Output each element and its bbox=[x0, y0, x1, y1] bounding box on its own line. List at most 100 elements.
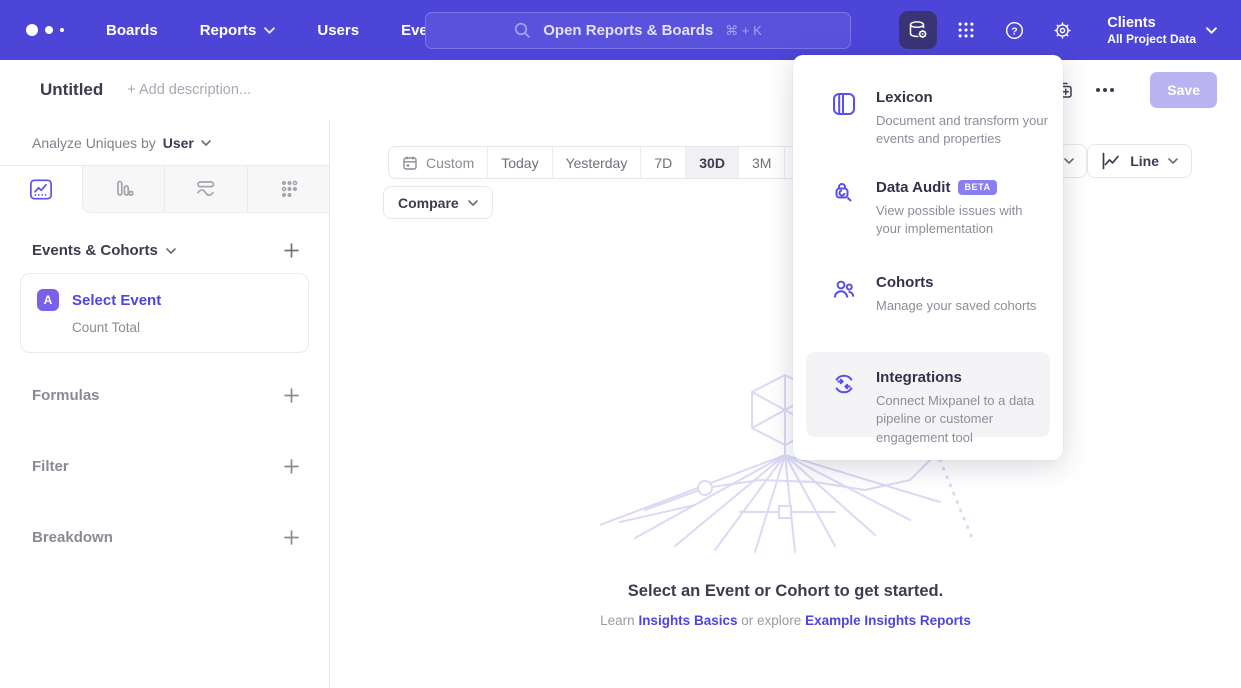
nav-right-icons: ? Clients All Project Data bbox=[899, 11, 1217, 49]
chevron-down-icon bbox=[166, 248, 176, 254]
data-management-button[interactable] bbox=[899, 11, 937, 49]
top-navigation-bar: Boards Reports Users Events Open Reports… bbox=[0, 0, 1241, 60]
date-range-7d[interactable]: 7D bbox=[640, 147, 685, 178]
chart-type-label: Line bbox=[1130, 153, 1159, 169]
date-range-today[interactable]: Today bbox=[487, 147, 551, 178]
data-audit-icon bbox=[831, 181, 857, 207]
add-event-button[interactable] bbox=[284, 243, 299, 258]
plus-icon bbox=[284, 243, 299, 258]
project-title: Clients bbox=[1107, 14, 1196, 32]
event-selector-card[interactable]: A Select Event Count Total bbox=[20, 273, 309, 353]
add-formula-button[interactable] bbox=[284, 388, 299, 403]
empty-state-subtitle: Learn Insights Basics or explore Example… bbox=[330, 613, 1241, 628]
chevron-down-icon bbox=[1168, 158, 1178, 164]
search-icon bbox=[514, 22, 531, 39]
date-range-label: 7D bbox=[654, 155, 672, 171]
tab-flow-chart[interactable] bbox=[164, 166, 247, 213]
analyze-value-dropdown[interactable]: User bbox=[163, 135, 194, 151]
bar-chart-icon bbox=[112, 178, 135, 200]
add-breakdown-button[interactable] bbox=[284, 530, 299, 545]
nav-item-label: Users bbox=[317, 22, 359, 39]
date-range-30d[interactable]: 30D bbox=[685, 147, 738, 178]
add-description-field[interactable]: + Add description... bbox=[127, 82, 251, 98]
subtitle-prefix: Learn bbox=[600, 613, 635, 628]
menu-item-integrations[interactable]: Integrations Connect Mixpanel to a data … bbox=[806, 352, 1050, 437]
breakdown-section: Breakdown bbox=[0, 529, 329, 546]
date-range-label: Today bbox=[501, 155, 538, 171]
menu-item-title: Integrations bbox=[876, 369, 1040, 386]
nav-links: Boards Reports Users Events bbox=[106, 22, 450, 39]
apps-grid-button[interactable] bbox=[947, 11, 985, 49]
date-range-3m[interactable]: 3M bbox=[738, 147, 784, 178]
tab-line-chart[interactable] bbox=[0, 166, 82, 213]
metric-dots-icon bbox=[277, 178, 300, 200]
plus-icon bbox=[284, 388, 299, 403]
events-cohorts-section-header: Events & Cohorts bbox=[0, 242, 329, 259]
tab-metrics[interactable] bbox=[247, 166, 330, 213]
menu-item-title: Lexicon bbox=[876, 89, 1049, 106]
search-shortcut: ⌘ + K bbox=[725, 23, 762, 39]
compare-label: Compare bbox=[398, 195, 459, 211]
nav-item-users[interactable]: Users bbox=[317, 22, 359, 39]
empty-state-title: Select an Event or Cohort to get started… bbox=[330, 582, 1241, 601]
tab-bar-chart[interactable] bbox=[82, 166, 165, 213]
flow-icon bbox=[194, 178, 218, 200]
menu-item-lexicon[interactable]: Lexicon Document and transform your even… bbox=[793, 89, 1063, 149]
report-canvas: Custom Today Yesterday 7D 30D 3M 6M Comp… bbox=[330, 120, 1241, 688]
breakdown-label: Breakdown bbox=[32, 529, 113, 546]
search-placeholder: Open Reports & Boards bbox=[543, 22, 713, 39]
plus-icon bbox=[284, 459, 299, 474]
menu-item-description: Document and transform your events and p… bbox=[876, 112, 1049, 149]
date-range-label: Yesterday bbox=[566, 155, 628, 171]
date-range-yesterday[interactable]: Yesterday bbox=[552, 147, 641, 178]
header-actions: Save bbox=[1054, 72, 1217, 108]
chevron-down-icon bbox=[264, 27, 275, 34]
plus-icon bbox=[284, 530, 299, 545]
insights-basics-link[interactable]: Insights Basics bbox=[638, 613, 737, 628]
analyze-label: Analyze Uniques by bbox=[32, 135, 156, 151]
nav-item-reports[interactable]: Reports bbox=[200, 22, 276, 39]
global-search-button[interactable]: Open Reports & Boards ⌘ + K bbox=[425, 12, 851, 49]
menu-item-title: Data Audit BETA bbox=[876, 179, 1049, 196]
date-range-custom[interactable]: Custom bbox=[389, 147, 487, 178]
menu-item-title: Cohorts bbox=[876, 274, 1036, 291]
lexicon-icon bbox=[831, 91, 857, 117]
help-button[interactable]: ? bbox=[995, 11, 1033, 49]
compare-dropdown[interactable]: Compare bbox=[383, 186, 493, 219]
nav-item-boards[interactable]: Boards bbox=[106, 22, 158, 39]
report-title[interactable]: Untitled bbox=[40, 80, 103, 100]
analyze-uniques-control: Analyze Uniques by User bbox=[0, 120, 329, 165]
gear-icon bbox=[1052, 20, 1073, 41]
count-total-dropdown[interactable]: Count Total bbox=[72, 320, 292, 335]
settings-button[interactable] bbox=[1043, 11, 1081, 49]
chart-type-dropdown[interactable]: Line bbox=[1087, 144, 1192, 178]
menu-item-data-audit[interactable]: Data AuditBETA View possible issues with… bbox=[793, 179, 1063, 239]
filter-section: Filter bbox=[0, 458, 329, 475]
chevron-down-icon bbox=[468, 200, 478, 206]
beta-badge: BETA bbox=[958, 180, 996, 195]
formulas-label: Formulas bbox=[32, 387, 100, 404]
more-options-button[interactable] bbox=[1096, 88, 1114, 92]
date-range-label: Custom bbox=[426, 155, 474, 171]
date-range-label: 30D bbox=[699, 155, 725, 171]
line-chart-icon bbox=[29, 178, 53, 201]
mixpanel-logo[interactable] bbox=[26, 24, 70, 36]
save-button[interactable]: Save bbox=[1150, 72, 1217, 108]
menu-item-description: Connect Mixpanel to a data pipeline or c… bbox=[876, 392, 1040, 447]
nav-item-label: Reports bbox=[200, 22, 257, 39]
filter-label: Filter bbox=[32, 458, 69, 475]
people-icon bbox=[831, 276, 857, 302]
example-insights-reports-link[interactable]: Example Insights Reports bbox=[805, 613, 971, 628]
menu-item-title-text: Data Audit bbox=[876, 179, 950, 196]
chevron-down-icon bbox=[1064, 158, 1074, 164]
project-selector[interactable]: Clients All Project Data bbox=[1107, 14, 1217, 46]
formulas-section: Formulas bbox=[0, 387, 329, 404]
select-event-button[interactable]: Select Event bbox=[72, 292, 161, 309]
add-filter-button[interactable] bbox=[284, 459, 299, 474]
grid-dots-icon bbox=[956, 20, 976, 40]
nav-item-label: Boards bbox=[106, 22, 158, 39]
menu-item-cohorts[interactable]: Cohorts Manage your saved cohorts bbox=[793, 274, 1063, 315]
events-cohorts-label[interactable]: Events & Cohorts bbox=[32, 242, 158, 259]
event-letter-badge: A bbox=[37, 289, 59, 311]
chevron-down-icon bbox=[201, 140, 211, 146]
